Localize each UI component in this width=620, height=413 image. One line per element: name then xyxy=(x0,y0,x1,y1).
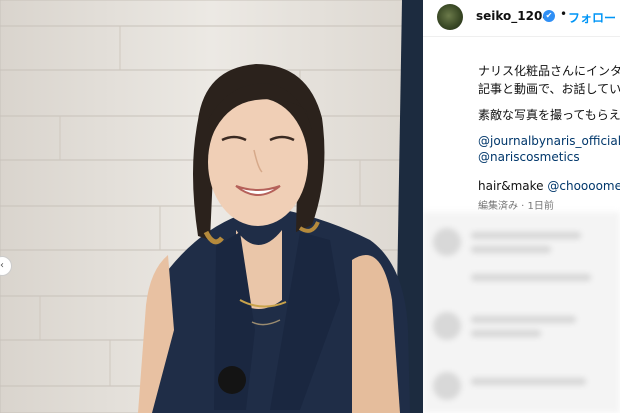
post-header: seiko_1204 ✔ • フォロー xyxy=(423,0,620,37)
follow-button[interactable]: フォロー xyxy=(568,9,616,26)
post-meta: 編集済み · 1日前 xyxy=(478,201,554,212)
blurred-text xyxy=(471,232,581,239)
caption-line-2: 記事と動画で、お話していま xyxy=(478,82,620,96)
username-link[interactable]: seiko_1204 xyxy=(476,9,551,23)
post-photo: ‹ xyxy=(0,0,423,413)
mention-choooome[interactable]: @choooome xyxy=(547,179,620,193)
verified-badge-icon: ✔ xyxy=(543,10,555,22)
blurred-avatar xyxy=(433,372,461,400)
separator-dot: • xyxy=(560,7,568,21)
caption-line-1: ナリス化粧品さんにインタビ xyxy=(478,64,620,78)
avatar[interactable] xyxy=(437,4,463,30)
blurred-text xyxy=(471,316,576,323)
credit-label: hair&make xyxy=(478,179,544,193)
blurred-text xyxy=(471,378,586,385)
blurred-comments-area xyxy=(423,212,620,413)
mention-journalbynaris[interactable]: @journalbynaris_official xyxy=(478,134,620,148)
caption-line-3: 素敵な写真を撮ってもらえて xyxy=(478,108,620,122)
blurred-text xyxy=(471,274,591,281)
blurred-avatar xyxy=(433,312,461,340)
credit-line: hair&make @choooome xyxy=(478,179,620,193)
mention-nariscosmetics[interactable]: @nariscosmetics xyxy=(478,150,580,164)
blurred-text xyxy=(471,330,541,337)
post-side-panel: seiko_1204 ✔ • フォロー ナリス化粧品さんにインタビ 記事と動画で… xyxy=(423,0,620,413)
blurred-avatar xyxy=(433,228,461,256)
portrait-image xyxy=(0,0,423,413)
blurred-text xyxy=(471,246,551,253)
